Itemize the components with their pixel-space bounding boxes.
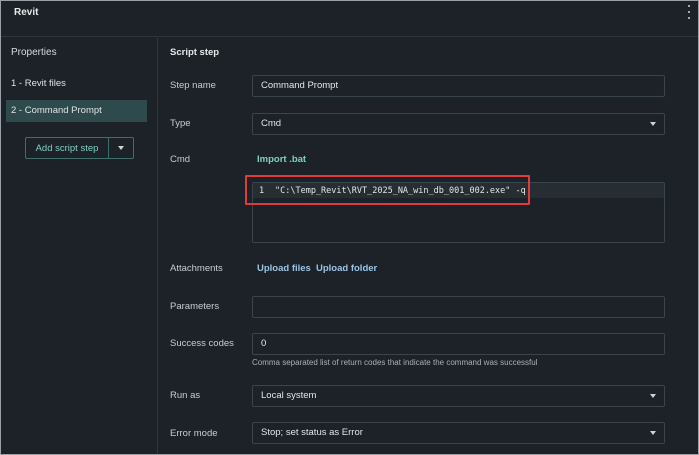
title-bar: Revit [1, 1, 698, 37]
step-name-input[interactable]: Command Prompt [252, 75, 665, 97]
success-codes-label: Success codes [170, 338, 234, 349]
sidebar: Properties 1 - Revit files 2 - Command P… [1, 38, 158, 454]
add-script-step-button[interactable]: Add script step [26, 138, 109, 158]
section-title: Script step [170, 47, 220, 58]
parameters-input[interactable] [252, 296, 665, 318]
type-value: Cmd [261, 118, 282, 129]
cmd-label: Cmd [170, 154, 191, 165]
add-script-step-dropdown[interactable] [109, 138, 133, 158]
red-highlight-box [245, 175, 530, 205]
step-name-label: Step name [170, 80, 216, 91]
window-title: Revit [14, 7, 39, 18]
chevron-down-icon [118, 146, 124, 150]
attachments-label: Attachments [170, 263, 223, 274]
sidebar-item-command-prompt[interactable]: 2 - Command Prompt [6, 100, 147, 122]
sidebar-item-revit-files[interactable]: 1 - Revit files [6, 73, 147, 95]
chevron-down-icon [650, 431, 656, 435]
error-mode-select[interactable]: Stop; set status as Error [252, 422, 665, 444]
app-window: Revit Properties 1 - Revit files 2 - Com… [0, 0, 699, 455]
run-as-value: Local system [261, 390, 317, 401]
run-as-select[interactable]: Local system [252, 385, 665, 407]
parameters-label: Parameters [170, 301, 220, 312]
import-bat-link[interactable]: Import .bat [257, 154, 306, 165]
type-label: Type [170, 118, 191, 129]
success-codes-input[interactable]: 0 [252, 333, 665, 355]
upload-files-link[interactable]: Upload files [257, 263, 311, 274]
add-script-step-control: Add script step [25, 137, 134, 159]
sidebar-heading: Properties [11, 47, 57, 58]
chevron-down-icon [650, 122, 656, 126]
error-mode-label: Error mode [170, 428, 218, 439]
run-as-label: Run as [170, 390, 201, 401]
chevron-down-icon [650, 394, 656, 398]
script-step-panel: Script step Step name Command Prompt Typ… [159, 38, 698, 454]
error-mode-value: Stop; set status as Error [261, 427, 363, 438]
upload-folder-link[interactable]: Upload folder [316, 263, 377, 274]
type-select[interactable]: Cmd [252, 113, 665, 135]
more-options-icon[interactable] [686, 5, 692, 19]
success-codes-hint: Comma separated list of return codes tha… [252, 358, 538, 367]
